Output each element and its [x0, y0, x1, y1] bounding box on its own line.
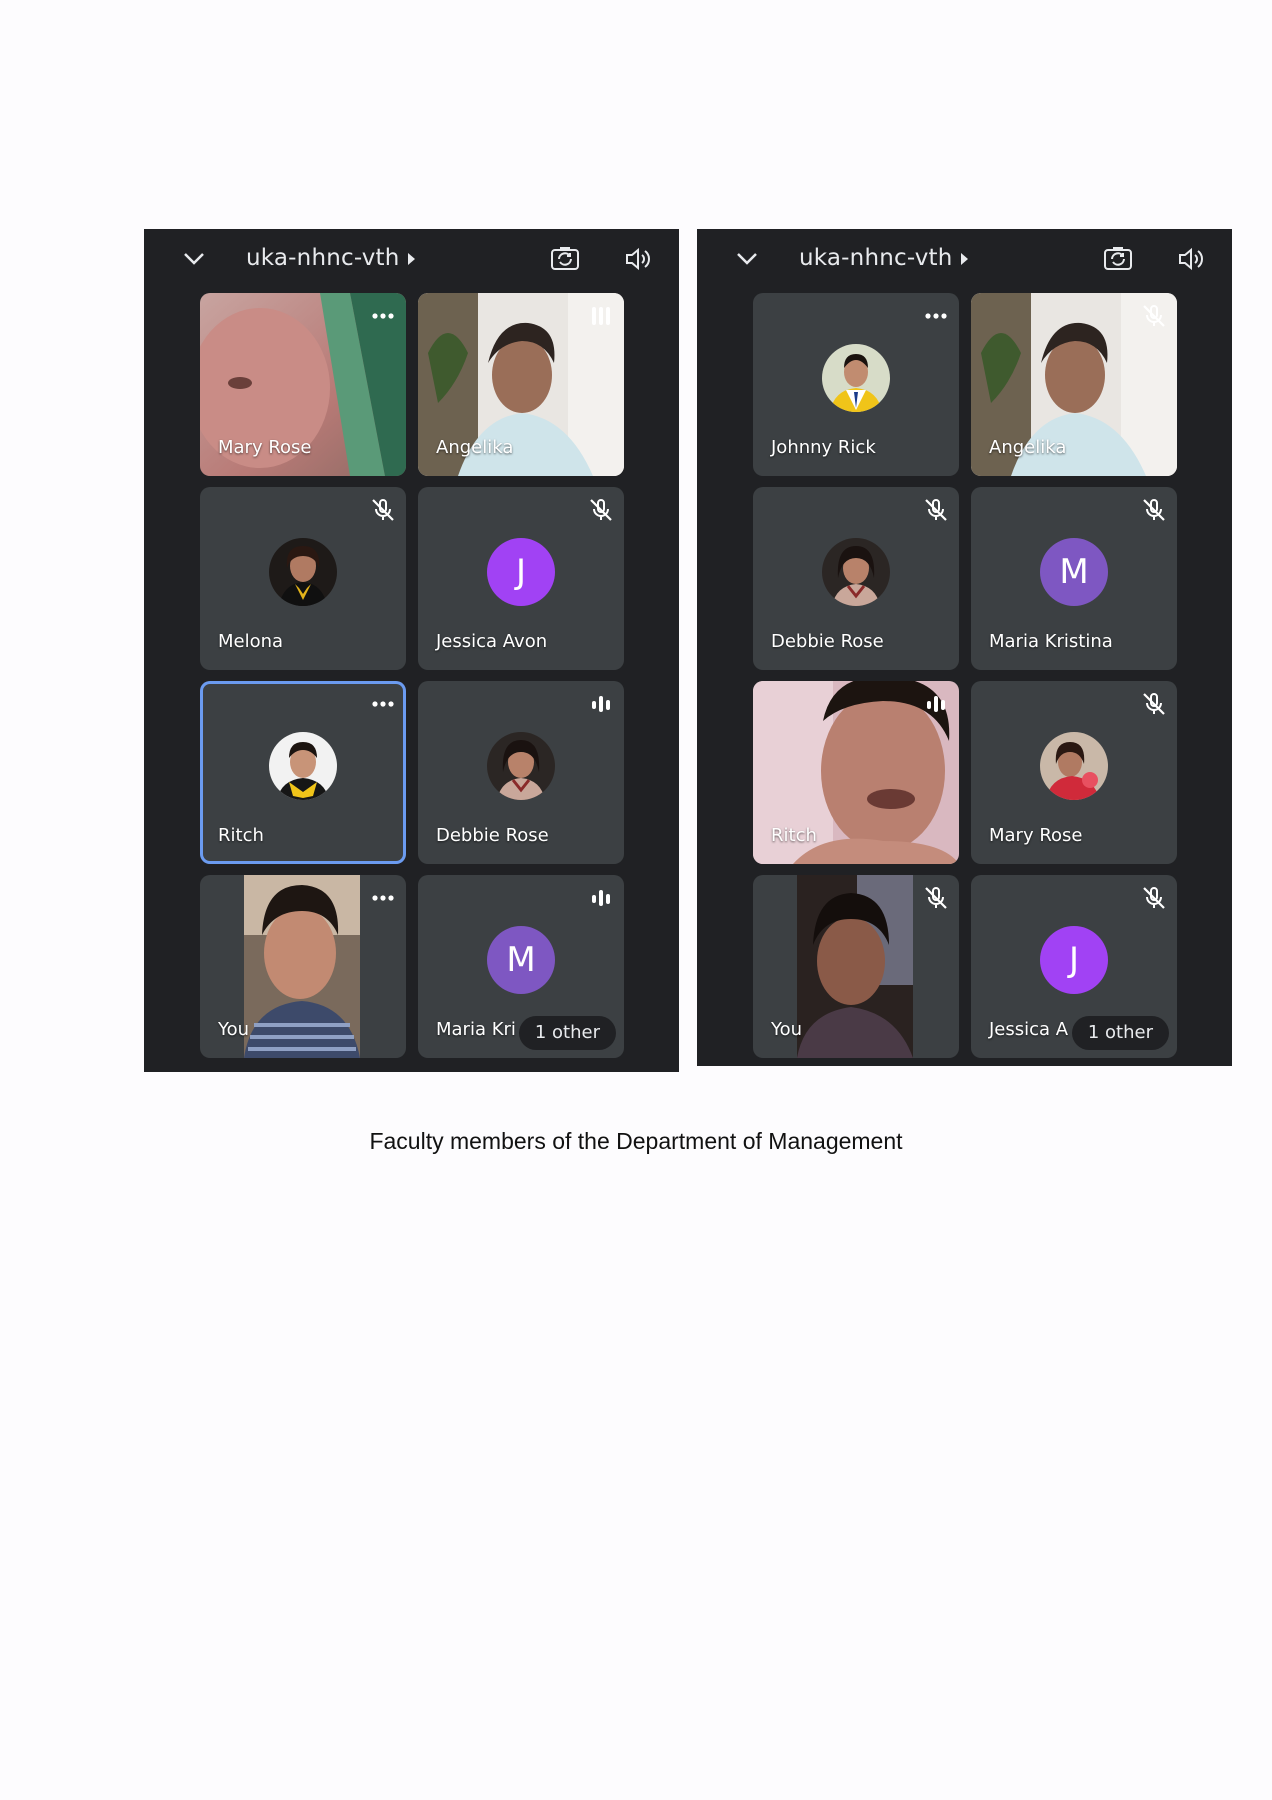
participant-name: Jessica A [989, 1019, 1069, 1040]
participant-tile[interactable]: Debbie Rose [753, 487, 959, 670]
more-options-icon[interactable] [370, 885, 396, 911]
mic-muted-icon [1143, 499, 1165, 521]
meeting-screenshot-right: uka-nhnc-vth Johnny Rick Angelika Debbie… [697, 229, 1232, 1066]
mic-muted-icon [590, 499, 612, 521]
participant-tile[interactable]: M Maria Kristina [971, 487, 1177, 670]
participant-name: Mary Rose [218, 437, 312, 458]
participant-tile[interactable]: J Jessica A 1 other [971, 875, 1177, 1058]
participant-tile[interactable]: Debbie Rose [418, 681, 624, 864]
participant-name: Ritch [771, 825, 817, 846]
avatar [269, 537, 337, 606]
participant-tile-self[interactable]: You [200, 875, 406, 1058]
mic-muted-icon [925, 499, 947, 521]
participant-name: Debbie Rose [436, 825, 549, 846]
more-options-icon[interactable] [370, 303, 396, 329]
participant-name: You [218, 1019, 250, 1040]
more-options-icon[interactable] [923, 303, 949, 329]
avatar [1040, 731, 1108, 800]
self-video [244, 875, 360, 1058]
participant-name: Debbie Rose [771, 631, 884, 652]
participant-name: You [771, 1019, 803, 1040]
avatar [487, 731, 555, 800]
participant-tile[interactable]: Johnny Rick [753, 293, 959, 476]
chevron-down-icon[interactable] [735, 249, 759, 269]
mic-muted-icon [925, 887, 947, 909]
caret-right-icon [960, 252, 968, 265]
self-video [797, 875, 913, 1058]
audio-level-icon [592, 890, 610, 906]
participant-name: Mary Rose [989, 825, 1083, 846]
participant-tile[interactable]: Mary Rose [200, 293, 406, 476]
avatar-initial: J [487, 537, 555, 606]
more-options-icon[interactable] [370, 691, 396, 717]
participant-name: Melona [218, 631, 284, 652]
avatar-initial: J [1040, 925, 1108, 994]
participant-name: Ritch [218, 825, 264, 846]
mic-muted-icon [372, 499, 394, 521]
meeting-code: uka-nhnc-vth [799, 245, 953, 271]
audio-level-icon [927, 696, 945, 712]
avatar [269, 731, 337, 800]
participant-tile[interactable]: Angelika [418, 293, 624, 476]
avatar [822, 537, 890, 606]
participant-name: Angelika [989, 437, 1067, 458]
mic-muted-icon [1143, 305, 1165, 327]
participant-tile[interactable]: J Jessica Avon [418, 487, 624, 670]
participant-tile[interactable]: M Maria Kri 1 other [418, 875, 624, 1058]
participant-tile[interactable]: Ritch [753, 681, 959, 864]
switch-camera-icon[interactable] [550, 245, 580, 271]
participant-tile-self[interactable]: You [753, 875, 959, 1058]
participant-tile[interactable]: Melona [200, 487, 406, 670]
participant-tile-pinned[interactable]: Ritch [200, 681, 406, 864]
meeting-screenshot-left: uka-nhnc-vth Mary Rose Angelika Melona J… [144, 229, 679, 1072]
meeting-code-button[interactable]: uka-nhnc-vth [799, 245, 968, 271]
participant-name: Johnny Rick [771, 437, 876, 458]
meeting-code: uka-nhnc-vth [246, 245, 400, 271]
mic-muted-icon [1143, 887, 1165, 909]
avatar-initial: M [487, 925, 555, 994]
audio-level-icon [592, 307, 610, 325]
meeting-top-bar: uka-nhnc-vth [697, 229, 1232, 291]
switch-camera-icon[interactable] [1103, 245, 1133, 271]
chevron-down-icon[interactable] [182, 249, 206, 269]
audio-level-icon [592, 696, 610, 712]
participant-tile[interactable]: Mary Rose [971, 681, 1177, 864]
avatar-initial: M [1040, 537, 1108, 606]
speaker-icon[interactable] [1177, 246, 1205, 272]
participant-name: Angelika [436, 437, 514, 458]
caret-right-icon [407, 252, 415, 265]
meeting-code-button[interactable]: uka-nhnc-vth [246, 245, 415, 271]
speaker-icon[interactable] [624, 246, 652, 272]
participant-tile[interactable]: Angelika [971, 293, 1177, 476]
participant-name: Maria Kri [436, 1019, 516, 1040]
figure-caption: Faculty members of the Department of Man… [369, 1128, 903, 1154]
avatar [822, 343, 890, 412]
mic-muted-icon [1143, 693, 1165, 715]
participant-name: Jessica Avon [436, 631, 548, 652]
other-participants-button[interactable]: 1 other [1071, 1016, 1169, 1050]
participant-name: Maria Kristina [989, 631, 1113, 652]
meeting-top-bar: uka-nhnc-vth [144, 229, 679, 291]
other-participants-button[interactable]: 1 other [518, 1016, 616, 1050]
